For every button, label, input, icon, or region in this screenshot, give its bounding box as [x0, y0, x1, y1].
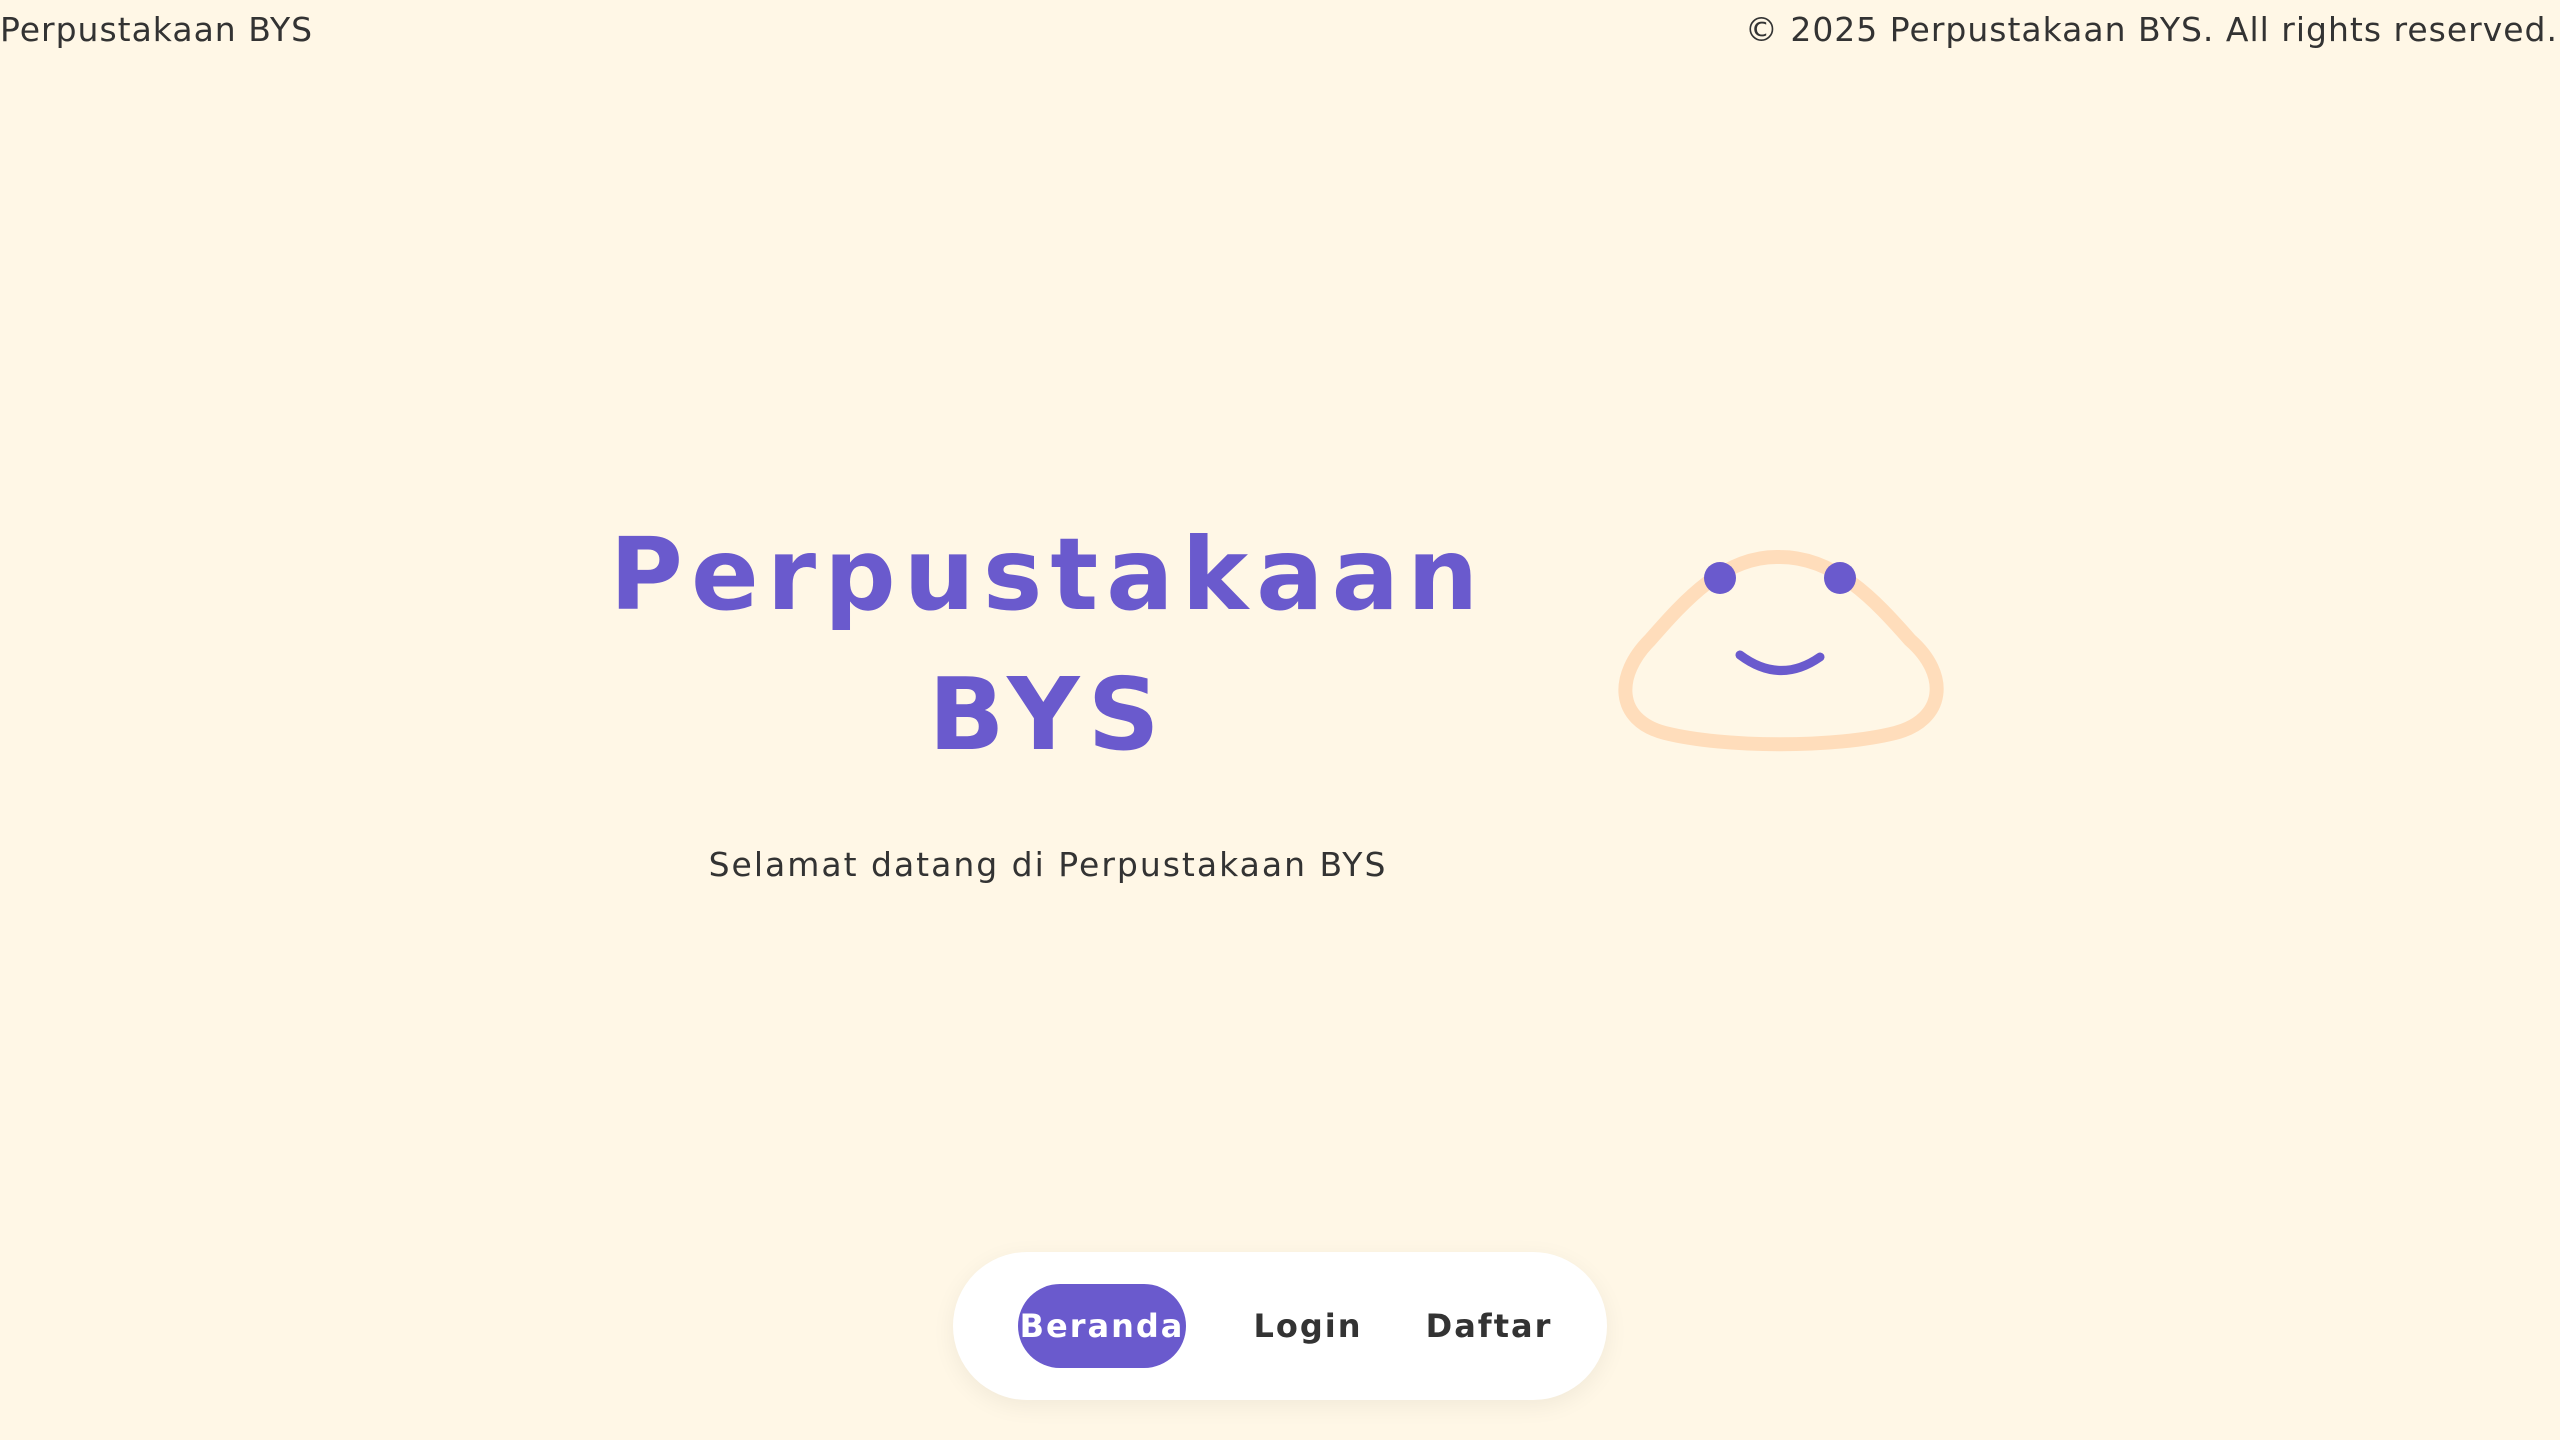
bottom-nav: Beranda Login Daftar	[953, 1252, 1607, 1400]
hero-title: Perpustakaan BYS	[609, 516, 1487, 773]
hero-section: Perpustakaan BYS Selamat datang di Perpu…	[548, 505, 1548, 884]
blob-outline	[1618, 549, 1944, 752]
copyright-text: © 2025 Perpustakaan BYS. All rights rese…	[1744, 10, 2558, 49]
nav-login-button[interactable]: Login	[1243, 1284, 1373, 1368]
hero-subtitle: Selamat datang di Perpustakaan BYS	[708, 845, 1388, 884]
smile	[1735, 650, 1825, 675]
smiley-blob-icon	[1618, 549, 1944, 752]
left-eye	[1704, 562, 1736, 594]
right-eye	[1824, 562, 1856, 594]
nav-beranda-button[interactable]: Beranda	[1018, 1284, 1186, 1368]
nav-daftar-button[interactable]: Daftar	[1414, 1284, 1564, 1368]
brand-label: Perpustakaan BYS	[0, 10, 314, 49]
